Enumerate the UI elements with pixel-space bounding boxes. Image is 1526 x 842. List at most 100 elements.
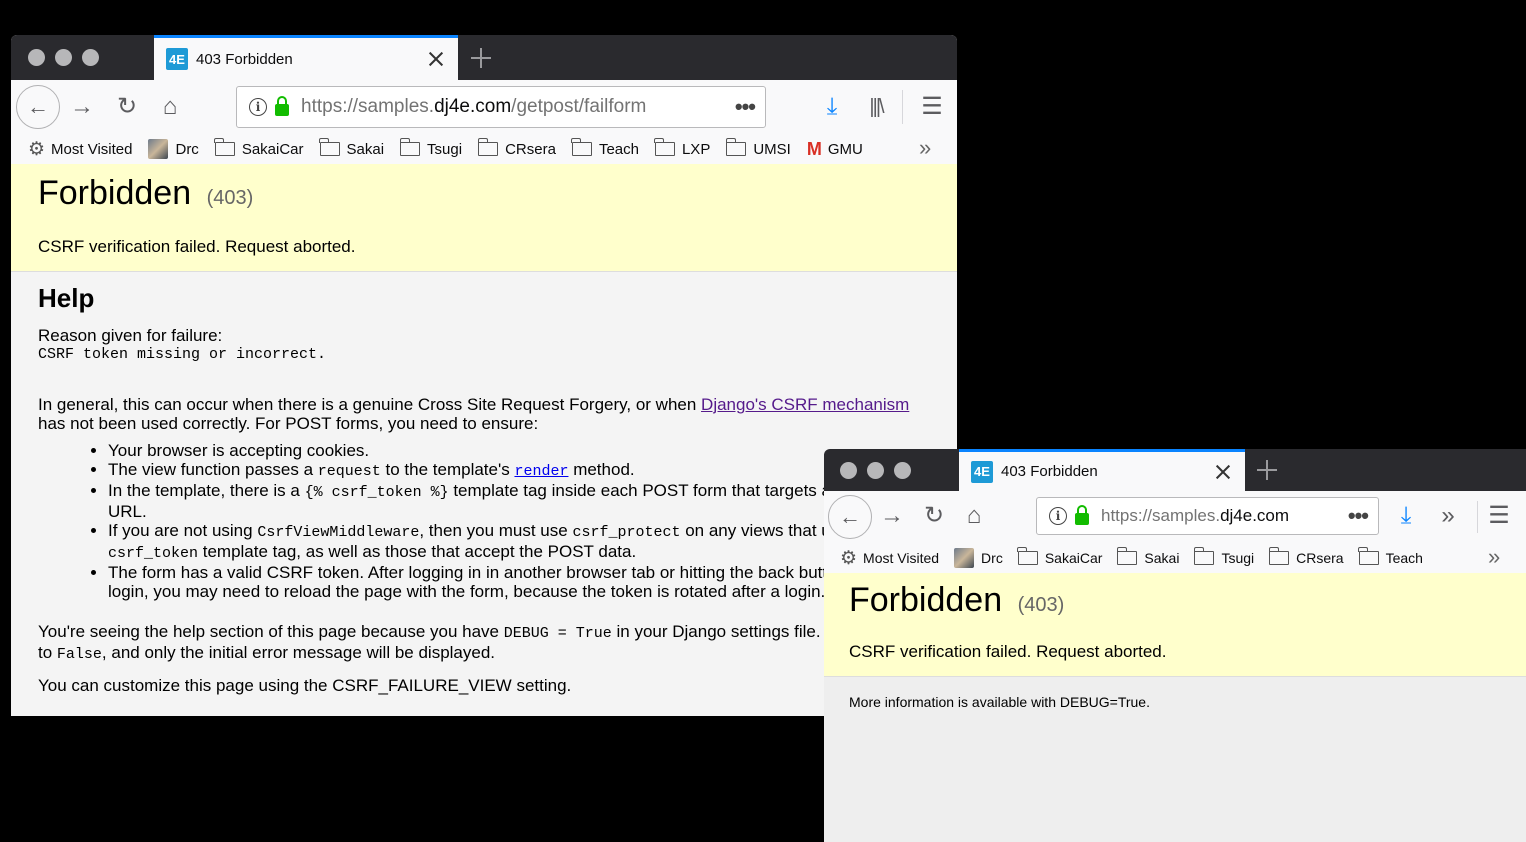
folder-icon xyxy=(1193,547,1215,565)
forward-arrow-icon[interactable]: → xyxy=(69,95,95,119)
gear-icon: ⚙ xyxy=(840,547,858,569)
home-icon[interactable]: ⌂ xyxy=(157,95,183,119)
folder-icon xyxy=(1358,547,1379,565)
bookmark-tsugi[interactable]: Tsugi xyxy=(399,138,462,158)
reload-icon[interactable]: ↻ xyxy=(114,95,140,119)
url-text[interactable]: https://samples.dj4e.com xyxy=(1101,506,1348,526)
folder-icon xyxy=(1116,547,1138,565)
page-content: Forbidden (403) CSRF verification failed… xyxy=(11,164,957,716)
close-tab-icon[interactable] xyxy=(1213,462,1233,482)
site-favicon-icon: 4E xyxy=(166,48,188,70)
toolbar-separator xyxy=(1477,501,1478,533)
help-section: Help Reason given for failure: CSRF toke… xyxy=(11,272,957,705)
close-tab-icon[interactable] xyxy=(426,49,446,69)
folder-icon xyxy=(725,138,747,156)
download-icon[interactable]: ⤓ xyxy=(819,94,845,120)
new-tab-icon[interactable] xyxy=(1257,460,1277,480)
minimize-window-button[interactable] xyxy=(867,462,884,479)
bookmark-drc[interactable]: Drc xyxy=(954,548,1003,568)
list-item: If you are not using CsrfViewMiddleware,… xyxy=(108,521,930,563)
bookmarks-overflow-chevron-icon[interactable]: » xyxy=(919,135,931,161)
avatar xyxy=(148,139,169,159)
tab-active[interactable]: 4E 403 Forbidden xyxy=(154,35,458,80)
avatar xyxy=(954,548,975,568)
download-icon[interactable]: ⤓ xyxy=(1393,503,1419,529)
error-summary: Forbidden (403) CSRF verification failed… xyxy=(11,164,957,272)
page-title: Forbidden (403) xyxy=(38,174,254,212)
bookmark-teach[interactable]: Teach xyxy=(1358,547,1423,566)
bookmark-crsera[interactable]: CRsera xyxy=(477,138,556,158)
bookmark-most-visited[interactable]: ⚙ Most Visited xyxy=(28,138,132,161)
lock-icon xyxy=(1075,505,1089,525)
back-arrow-icon[interactable]: ← xyxy=(16,85,60,129)
maximize-window-button[interactable] xyxy=(82,49,99,66)
bookmark-lxp[interactable]: LXP xyxy=(654,138,710,158)
reason-code: CSRF token missing or incorrect. xyxy=(38,346,327,363)
new-tab-icon[interactable] xyxy=(471,48,491,68)
bookmark-tsugi[interactable]: Tsugi xyxy=(1193,547,1254,566)
bookmark-crsera[interactable]: CRsera xyxy=(1268,547,1344,566)
tab-active[interactable]: 4E 403 Forbidden xyxy=(959,449,1245,491)
bookmark-sakaicar[interactable]: SakaiCar xyxy=(1017,547,1102,566)
error-message: CSRF verification failed. Request aborte… xyxy=(38,237,356,256)
page-actions-menu-icon[interactable]: ••• xyxy=(1348,503,1369,529)
url-bar[interactable]: i https://samples.dj4e.com/getpost/failf… xyxy=(236,86,766,128)
tab-bar: 4E 403 Forbidden xyxy=(11,35,957,80)
bookmark-sakai[interactable]: Sakai xyxy=(319,138,384,158)
list-item: In the template, there is a {% csrf_toke… xyxy=(108,481,930,521)
lock-icon xyxy=(275,96,289,116)
gmail-icon: M xyxy=(806,138,822,159)
minimize-window-button[interactable] xyxy=(55,49,72,66)
browser-window-main: 4E 403 Forbidden ← → ↻ ⌂ i https://sampl… xyxy=(11,35,957,716)
page-title: Forbidden (403) xyxy=(849,581,1065,619)
render-docs-link[interactable]: render xyxy=(514,463,568,480)
bookmark-most-visited[interactable]: ⚙ Most Visited xyxy=(840,547,939,570)
tab-title: 403 Forbidden xyxy=(1001,463,1098,480)
page-content: Forbidden (403) CSRF verification failed… xyxy=(824,573,1526,842)
bookmark-gmu[interactable]: M GMU xyxy=(807,139,863,160)
hamburger-menu-icon[interactable]: ☰ xyxy=(919,94,945,120)
info-icon[interactable]: i xyxy=(249,98,267,116)
folder-icon xyxy=(1268,547,1290,565)
url-text[interactable]: https://samples.dj4e.com/getpost/failfor… xyxy=(301,96,735,118)
window-controls xyxy=(28,49,99,66)
nav-toolbar: ← → ↻ ⌂ i https://samples.dj4e.com ••• ⤓… xyxy=(824,491,1526,543)
bookmark-teach[interactable]: Teach xyxy=(571,138,639,158)
library-icon[interactable]: |||\ xyxy=(863,94,889,120)
bookmarks-toolbar: ⚙ Most Visited Drc SakaiCar Sakai Tsugi C… xyxy=(824,543,1526,574)
error-summary: Forbidden (403) CSRF verification failed… xyxy=(824,573,1526,677)
debug-paragraph: You're seeing the help section of this p… xyxy=(38,622,918,663)
browser-window-secondary: 4E 403 Forbidden ← → ↻ ⌂ i https://sampl… xyxy=(824,449,1526,842)
close-window-button[interactable] xyxy=(28,49,45,66)
nav-toolbar: ← → ↻ ⌂ i https://samples.dj4e.com/getpo… xyxy=(11,80,957,134)
folder-icon xyxy=(477,138,499,156)
reload-icon[interactable]: ↻ xyxy=(921,504,947,528)
hamburger-menu-icon[interactable]: ☰ xyxy=(1486,503,1512,529)
bookmark-drc[interactable]: Drc xyxy=(148,139,199,159)
folder-icon xyxy=(1017,547,1038,565)
back-arrow-icon[interactable]: ← xyxy=(828,495,872,539)
csrf-docs-link[interactable]: Django's CSRF mechanism xyxy=(701,395,909,414)
bookmark-umsi[interactable]: UMSI xyxy=(725,138,791,158)
bookmark-sakai[interactable]: Sakai xyxy=(1116,547,1179,566)
close-window-button[interactable] xyxy=(840,462,857,479)
help-heading: Help xyxy=(38,283,95,313)
page-actions-menu-icon[interactable]: ••• xyxy=(735,94,756,120)
status-code: (403) xyxy=(1017,594,1065,616)
general-paragraph: In general, this can occur when there is… xyxy=(38,395,910,433)
debug-info-text: More information is available with DEBUG… xyxy=(849,694,1150,710)
folder-icon xyxy=(319,138,340,156)
home-icon[interactable]: ⌂ xyxy=(961,504,987,528)
maximize-window-button[interactable] xyxy=(894,462,911,479)
forward-arrow-icon[interactable]: → xyxy=(879,504,905,528)
url-bar[interactable]: i https://samples.dj4e.com ••• xyxy=(1036,497,1379,535)
bookmarks-toolbar: ⚙ Most Visited Drc SakaiCar Sakai Tsugi C… xyxy=(11,134,957,164)
bookmark-sakaicar[interactable]: SakaiCar xyxy=(214,138,304,158)
info-icon[interactable]: i xyxy=(1049,507,1067,525)
folder-icon xyxy=(571,138,592,156)
list-item: The form has a valid CSRF token. After l… xyxy=(108,563,930,601)
toolbar-overflow-chevron-icon[interactable]: » xyxy=(1435,503,1461,529)
requirements-list: Your browser is accepting cookies. The v… xyxy=(38,441,930,601)
window-controls xyxy=(840,462,911,479)
bookmarks-overflow-chevron-icon[interactable]: » xyxy=(1488,544,1500,570)
